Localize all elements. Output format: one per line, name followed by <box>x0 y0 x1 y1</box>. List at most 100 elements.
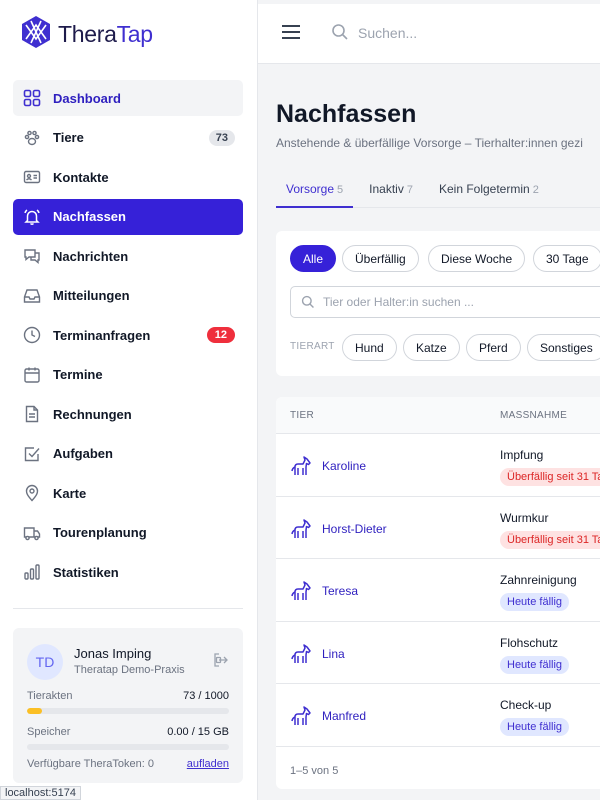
truck-icon <box>21 522 43 544</box>
sidebar-item-nachrichten[interactable]: Nachrichten <box>13 238 243 274</box>
species-chip-katze[interactable]: Katze <box>403 334 460 361</box>
page-title: Nachfassen <box>276 100 417 128</box>
tab-inaktiv[interactable]: Inaktiv 7 <box>359 172 423 208</box>
logo[interactable]: TheraTap <box>20 15 153 54</box>
sidebar-item-kontakte[interactable]: Kontakte <box>13 159 243 195</box>
contact-card-icon <box>21 166 43 188</box>
sidebar-item-tourenplanung[interactable]: Tourenplanung <box>13 515 243 551</box>
clock-icon <box>21 324 43 346</box>
sidebar-item-statistiken[interactable]: Statistiken <box>13 554 243 590</box>
user-org: Theratap Demo-Praxis <box>74 664 185 676</box>
aufladen-link[interactable]: aufladen <box>187 758 229 770</box>
animal-name-link[interactable]: Manfred <box>322 709 366 723</box>
species-chip-sonstiges[interactable]: Sonstiges <box>527 334 600 361</box>
sidebar-item-terminanfragen[interactable]: Terminanfragen 12 <box>13 317 243 353</box>
tab-kein-folgetermin[interactable]: Kein Folgetermin 2 <box>429 172 549 208</box>
species-chip-hund[interactable]: Hund <box>342 334 397 361</box>
filter-chip-30-tage[interactable]: 30 Tage <box>533 245 600 272</box>
terminanfragen-count-badge: 12 <box>206 327 235 343</box>
sidebar-item-label: Tiere <box>53 130 84 145</box>
status-badge: Heute fällig <box>500 655 570 674</box>
table-row[interactable]: Lina Flohschutz Heute fällig <box>276 622 600 684</box>
search-icon <box>331 23 349 46</box>
speicher-row: Speicher 0.00 / 15 GB <box>27 726 229 738</box>
status-badge: Überfällig seit 31 Ta <box>500 530 600 549</box>
animal-name-link[interactable]: Lina <box>322 647 345 661</box>
sidebar-item-label: Nachrichten <box>53 248 129 264</box>
sidebar-item-label: Rechnungen <box>53 406 132 422</box>
filter-chip-diese-woche[interactable]: Diese Woche <box>428 245 526 272</box>
global-search-input[interactable] <box>358 20 588 46</box>
tab-bar: Vorsorge 5 Inaktiv 7 Kein Folgetermin 2 <box>276 172 600 208</box>
sidebar-item-label: Aufgaben <box>53 446 113 461</box>
tiere-count-badge: 73 <box>208 129 235 146</box>
status-badge: Überfällig seit 31 Ta <box>500 468 600 486</box>
user-card: TD Jonas Imping Theratap Demo-Praxis Tie… <box>13 628 243 783</box>
sidebar-divider <box>13 608 243 609</box>
horse-icon <box>290 455 312 482</box>
avatar[interactable]: TD <box>27 644 63 680</box>
sidebar-item-label: Tourenplanung <box>53 525 147 540</box>
sidebar-item-tiere[interactable]: Tiere 73 <box>13 120 243 156</box>
bell-icon <box>21 206 43 228</box>
horse-icon <box>290 643 312 670</box>
sidebar-item-rechnungen[interactable]: Rechnungen <box>13 396 243 432</box>
logout-icon[interactable] <box>213 652 229 673</box>
tierakten-progress-fill <box>27 708 42 714</box>
sidebar-item-karte[interactable]: Karte <box>13 475 243 511</box>
sidebar-item-aufgaben[interactable]: Aufgaben <box>13 436 243 472</box>
user-name: Jonas Imping <box>74 646 152 661</box>
status-badge: Heute fällig <box>500 593 570 611</box>
sidebar-item-label: Nachfassen <box>53 209 126 224</box>
measure-name: Zahnreinigung <box>500 573 577 587</box>
theratap-logo-icon <box>20 15 52 54</box>
sidebar-item-label: Termine <box>53 367 103 382</box>
tierart-label: TIERART <box>290 341 335 352</box>
followup-table: TIER MASSNAHME Karoline Impfung Überfällig… <box>276 397 600 789</box>
sidebar-item-label: Mitteilungen <box>53 288 130 303</box>
sidebar-item-dashboard[interactable]: Dashboard <box>13 80 243 116</box>
table-row[interactable]: Horst-Dieter Wurmkur Überfällig seit 31 Ta <box>276 497 600 559</box>
bar-chart-icon <box>21 561 43 583</box>
table-row[interactable]: Manfred Check-up Heute fällig <box>276 684 600 747</box>
animal-name-link[interactable]: Karoline <box>322 459 366 473</box>
measure-name: Check-up <box>500 698 552 712</box>
main-content: Nachfassen Anstehende & überfällige Vors… <box>258 64 600 800</box>
filter-chip-alle[interactable]: Alle <box>290 245 337 272</box>
document-icon <box>21 403 43 425</box>
tierakten-label: Tierakten <box>27 690 73 702</box>
sidebar-item-label: Kontakte <box>53 169 109 185</box>
filter-chip-ueberfaellig[interactable]: Überfällig <box>342 245 419 272</box>
table-header: TIER MASSNAHME <box>276 397 600 434</box>
horse-icon <box>290 518 312 545</box>
animal-name-link[interactable]: Horst-Dieter <box>322 522 387 536</box>
animal-name-link[interactable]: Teresa <box>322 584 358 598</box>
sidebar-item-label: Dashboard <box>53 90 121 106</box>
tierakten-progress <box>27 708 229 714</box>
paw-icon <box>21 127 43 149</box>
sidebar-item-nachfassen[interactable]: Nachfassen <box>13 198 243 235</box>
status-url-tooltip: localhost:5174 <box>0 786 81 800</box>
column-header-massnahme[interactable]: MASSNAHME <box>500 410 567 421</box>
table-row[interactable]: Teresa Zahnreinigung Heute fällig <box>276 559 600 622</box>
menu-toggle-icon[interactable] <box>282 24 300 40</box>
table-row[interactable]: Karoline Impfung Überfällig seit 31 Ta <box>276 434 600 497</box>
speicher-value: 0.00 / 15 GB <box>167 726 229 738</box>
column-header-tier[interactable]: TIER <box>290 410 314 421</box>
sidebar-item-mitteilungen[interactable]: Mitteilungen <box>13 278 243 314</box>
pagination-summary: 1–5 von 5 <box>290 765 339 777</box>
species-chip-pferd[interactable]: Pferd <box>466 334 521 361</box>
sidebar-item-termine[interactable]: Termine <box>13 357 243 393</box>
speicher-label: Speicher <box>27 726 71 738</box>
page-subtitle: Anstehende & überfällige Vorsorge – Tier… <box>276 136 583 150</box>
tab-vorsorge[interactable]: Vorsorge 5 <box>276 172 354 208</box>
measure-name: Wurmkur <box>500 510 549 525</box>
sidebar-item-label: Statistiken <box>53 564 119 580</box>
inbox-icon <box>21 285 43 307</box>
token-row: Verfügbare TheraToken: 0 aufladen <box>27 758 229 770</box>
filter-search-input[interactable] <box>323 295 600 309</box>
map-pin-icon <box>21 482 43 504</box>
topbar <box>258 0 600 64</box>
tierakten-value: 73 / 1000 <box>183 690 229 702</box>
status-badge: Heute fällig <box>500 718 570 736</box>
